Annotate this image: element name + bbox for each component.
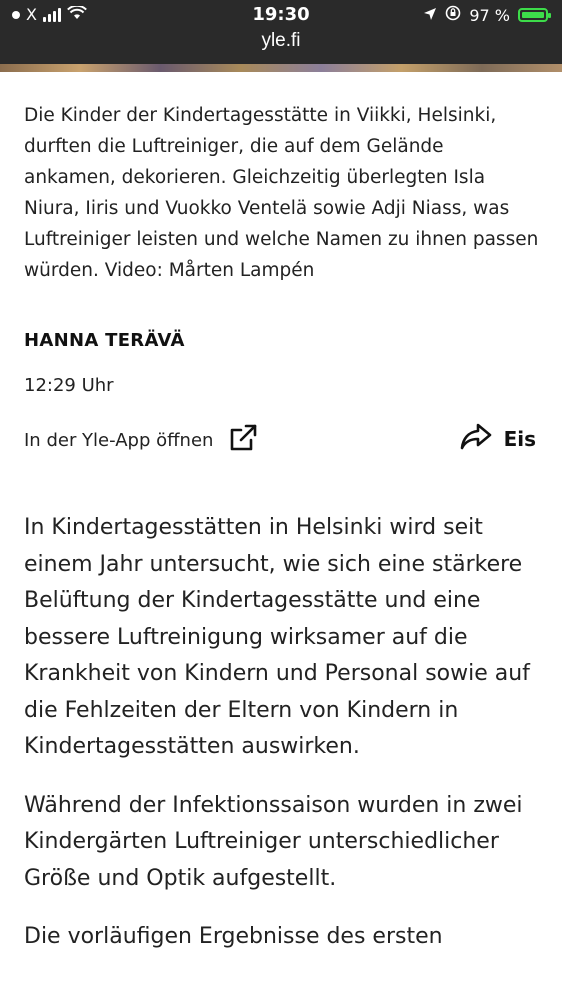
- article-body: In Kindertagesstätten in Helsinki wird s…: [24, 510, 544, 978]
- article-paragraph: Während der Infektionssaison wurden in z…: [24, 792, 523, 891]
- share-button[interactable]: Eis: [460, 422, 536, 455]
- url-bar[interactable]: yle.fi: [0, 30, 562, 52]
- open-in-app-label: In der Yle-App öffnen: [24, 430, 214, 451]
- status-right: 97 %: [423, 5, 551, 25]
- orientation-lock-icon: [445, 5, 461, 25]
- status-bar: X 19:30 97 %: [0, 0, 562, 30]
- browser-top-bar: X 19:30 97 % yle.fi: [0, 0, 562, 66]
- open-in-app-link[interactable]: In der Yle-App öffnen: [24, 422, 259, 459]
- publish-time: 12:29 Uhr: [24, 375, 114, 396]
- article-video-image-edge: [0, 64, 562, 72]
- share-arrow-icon: [460, 422, 492, 455]
- article-paragraph: In Kindertagesstätten in Helsinki wird s…: [24, 515, 530, 759]
- location-arrow-icon: [423, 6, 437, 25]
- article-paragraph: Die vorläufigen Ergebnisse des ersten: [24, 924, 443, 949]
- video-caption: Die Kinder der Kindertagesstätte in Viik…: [24, 105, 539, 281]
- article-caption-block: Die Kinder der Kindertagesstätte in Viik…: [24, 100, 540, 286]
- share-label: Eis: [503, 426, 536, 451]
- author-name[interactable]: HANNA TERÄVÄ: [24, 330, 185, 351]
- battery-percent: 97 %: [469, 5, 510, 25]
- battery-icon: [518, 8, 551, 22]
- external-link-icon: [227, 422, 259, 459]
